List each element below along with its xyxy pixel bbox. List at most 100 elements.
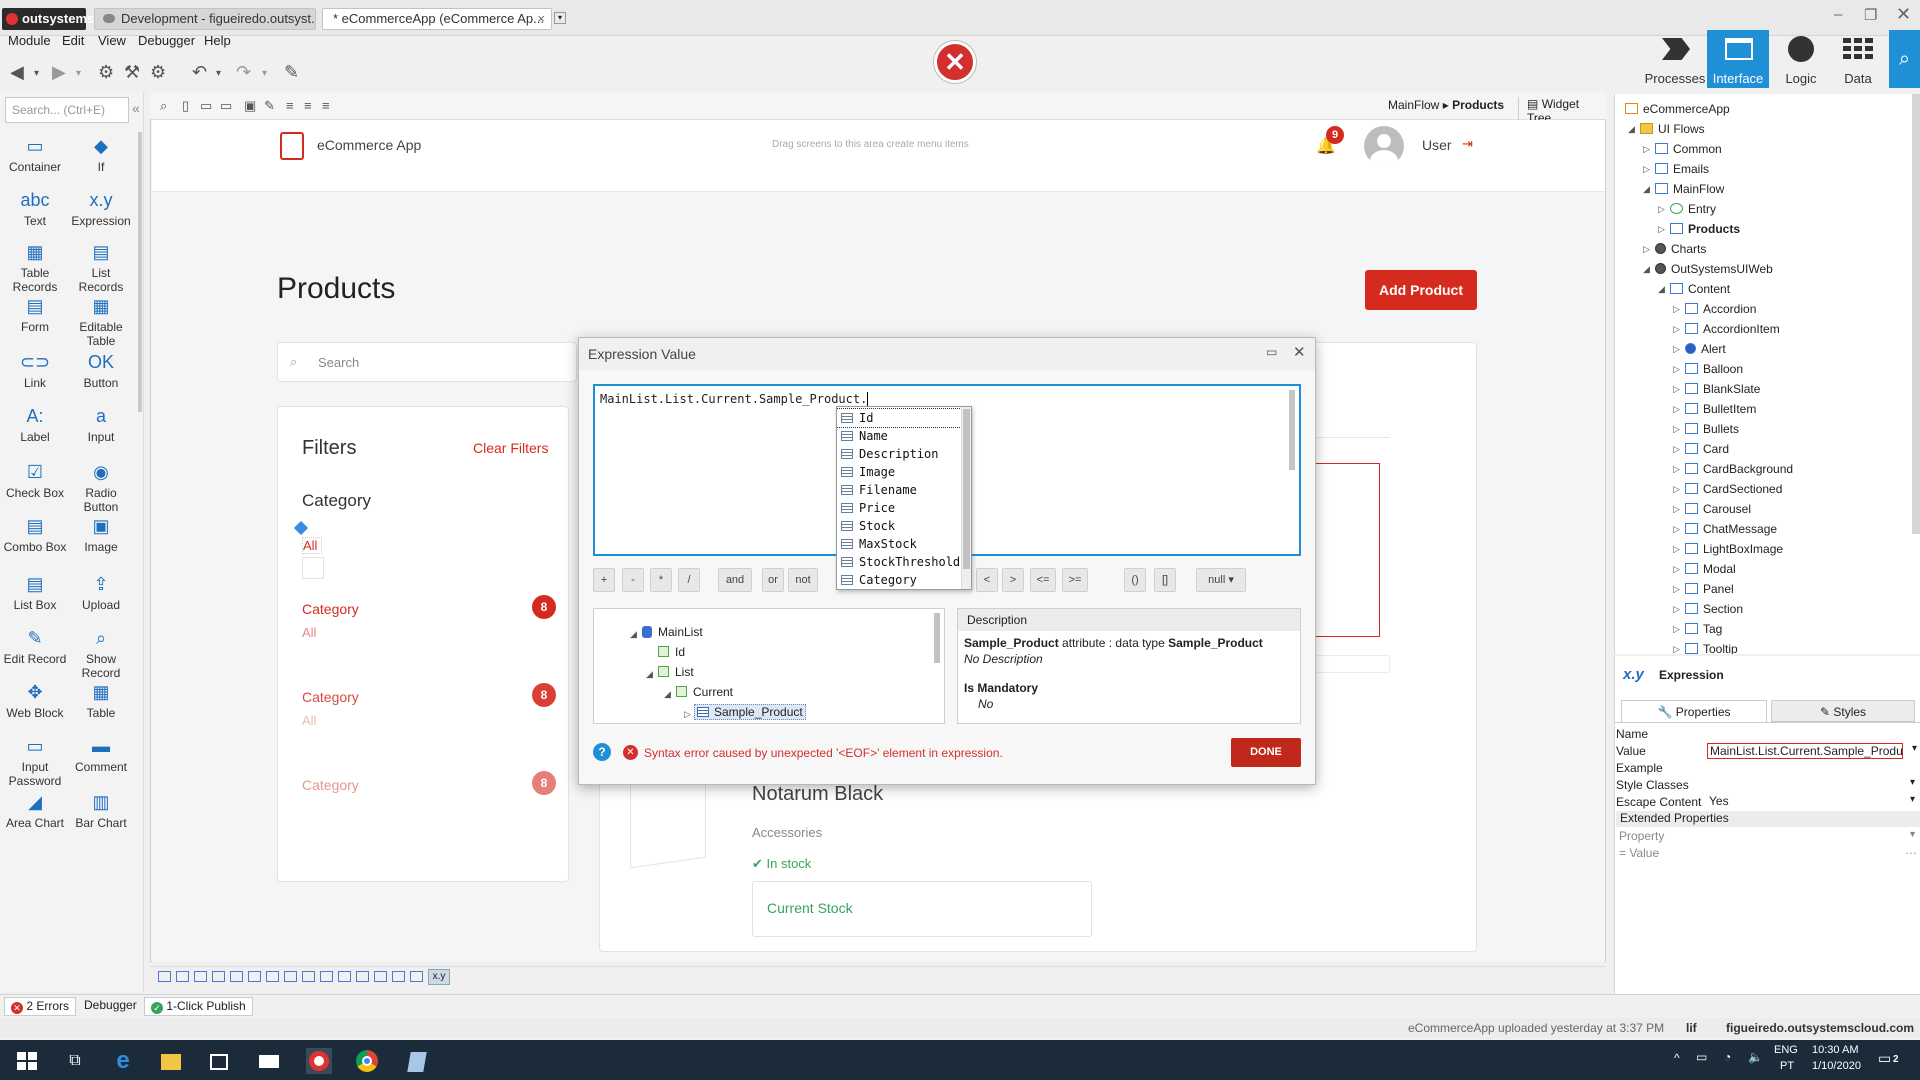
tree-node-current[interactable]: Current [676,685,733,699]
path-widget-icon[interactable] [338,971,351,982]
palette-radio-button[interactable]: ◉ Radio Button [68,458,134,514]
tab-styles[interactable]: ✎ Styles [1771,700,1915,722]
palette-table-records[interactable]: ▦ Table Records [2,238,68,294]
align-left-icon[interactable]: ≡ [286,98,294,113]
palette-expression[interactable]: x.y Expression [68,186,134,228]
errors-tab[interactable]: ✕ 2 Errors [4,997,77,1016]
help-icon[interactable]: ? [593,743,611,761]
autocomplete-item[interactable]: Id [837,408,962,428]
operator-button[interactable]: >= [1062,568,1088,592]
editor-scrollbar[interactable] [1289,390,1295,470]
collapse-icon[interactable]: ◢ [1643,264,1650,275]
tree-item-accordionitem[interactable]: AccordionItem [1685,322,1780,336]
expand-icon[interactable]: ▷ [1673,324,1680,335]
store-icon[interactable] [206,1048,232,1074]
expand-icon[interactable]: ▷ [1673,604,1680,615]
path-widget-icon[interactable] [248,971,261,982]
undo-dropdown-icon[interactable]: ▾ [216,68,221,79]
expand-icon[interactable]: ▷ [1673,464,1680,475]
operator-button[interactable]: or [762,568,784,592]
expand-icon[interactable]: ▷ [1673,644,1680,654]
operator-button[interactable]: not [788,568,818,592]
palette-editable-table[interactable]: ▦ Editable Table [68,292,134,348]
battery-icon[interactable]: ▭ [1696,1050,1707,1064]
tree-item-panel[interactable]: Panel [1685,582,1734,596]
back-icon[interactable]: ◀ [10,62,24,83]
palette-search-input[interactable]: Search... (Ctrl+E) [5,97,129,123]
palette-text[interactable]: abc Text [2,186,68,228]
avatar[interactable] [1364,126,1404,166]
collapse-icon[interactable]: ◢ [1628,124,1635,135]
operator-button[interactable]: > [1002,568,1024,592]
tree-item-entry[interactable]: Entry [1670,202,1716,216]
add-product-button[interactable]: Add Product [1365,270,1477,310]
expand-icon[interactable]: ▷ [1673,624,1680,635]
property-dropdown-icon[interactable]: ▾ [1912,743,1917,754]
done-button[interactable]: DONE [1231,738,1301,767]
operator-button[interactable]: () [1124,568,1146,592]
collapse-current-icon[interactable]: ◢ [664,689,671,700]
tree-item-blankslate[interactable]: BlankSlate [1685,382,1760,396]
tab-ecommerceapp[interactable]: * eCommerceApp (eCommerce Ap... × [322,8,552,30]
chrome-icon[interactable] [354,1048,380,1074]
category-label[interactable]: Category [302,689,359,705]
tree-item-products[interactable]: Products [1670,222,1740,236]
autocomplete-item[interactable]: Stock [837,517,961,535]
tree-item-chatmessage[interactable]: ChatMessage [1685,522,1777,536]
path-widget-icon[interactable] [356,971,369,982]
collapse-icon[interactable]: ◢ [1658,284,1665,295]
expand-icon[interactable]: ▷ [1643,164,1650,175]
desktop-view-icon[interactable]: ▭ [220,98,232,114]
palette-if[interactable]: ◆ If [68,132,134,174]
palette-table[interactable]: ▦ Table [68,678,134,720]
collapse-mainlist-icon[interactable]: ◢ [630,629,637,640]
expand-icon[interactable]: ▷ [1643,244,1650,255]
expand-icon[interactable]: ▷ [1658,204,1665,215]
style-icon[interactable]: ✎ [264,98,275,114]
palette-input[interactable]: a Input [68,402,134,444]
palette-image[interactable]: ▣ Image [68,512,134,554]
operator-button[interactable]: * [650,568,672,592]
autocomplete-item[interactable]: Category [837,571,961,589]
menu-module[interactable]: Module [8,33,51,48]
tab-processes[interactable]: Processes [1644,30,1706,88]
path-widget-icon[interactable] [374,971,387,982]
category-label[interactable]: Category [302,777,359,793]
tree-item-content[interactable]: Content [1670,282,1730,296]
path-expression-icon[interactable]: x.y [428,969,450,985]
tree-item-balloon[interactable]: Balloon [1685,362,1743,376]
palette-area-chart[interactable]: ◢ Area Chart [2,788,68,830]
expand-icon[interactable]: ▷ [1673,424,1680,435]
palette-list-records[interactable]: ▤ List Records [68,238,134,294]
task-view-icon[interactable]: ⧉ [62,1048,88,1074]
expand-icon[interactable]: ▷ [1673,504,1680,515]
menu-debugger[interactable]: Debugger [138,33,195,48]
forward-dropdown-icon[interactable]: ▾ [76,68,81,79]
menu-edit[interactable]: Edit [62,33,84,48]
zoom-icon[interactable]: ⌕ [160,98,167,114]
tab-dropdown-icon[interactable]: ▾ [554,12,566,24]
redo-dropdown-icon[interactable]: ▾ [262,68,267,79]
palette-input-password[interactable]: ▭ Input Password [2,732,68,788]
property-dropdown-icon[interactable]: ▾ [1910,777,1915,788]
path-widget-icon[interactable] [392,971,405,982]
tab-data[interactable]: Data [1827,30,1889,88]
autocomplete-item[interactable]: Price [837,499,961,517]
back-dropdown-icon[interactable]: ▾ [34,68,39,79]
property-dropdown-icon[interactable]: ▾ [1910,794,1915,805]
clock-time[interactable]: 10:30 AM [1812,1044,1858,1056]
minimize-icon[interactable]: – [1834,6,1842,23]
tree-item-modal[interactable]: Modal [1685,562,1736,576]
tree-item-tag[interactable]: Tag [1685,622,1722,636]
tree-item-card[interactable]: Card [1685,442,1729,456]
wifi-icon[interactable]: ◔ [1724,1050,1731,1064]
tree-item-cardbackground[interactable]: CardBackground [1685,462,1793,476]
tree-item-ecommerceapp[interactable]: eCommerceApp [1625,102,1730,116]
autocomplete-item[interactable]: Description [837,445,961,463]
tablet-view-icon[interactable]: ▭ [200,98,212,114]
undo-icon[interactable]: ↶ [192,62,207,83]
expand-icon[interactable]: ▷ [1673,484,1680,495]
expand-icon[interactable]: ▷ [1673,544,1680,555]
tree-node-sample-product[interactable]: Sample_Product [694,704,806,720]
tree-item-mainflow[interactable]: MainFlow [1655,182,1724,196]
